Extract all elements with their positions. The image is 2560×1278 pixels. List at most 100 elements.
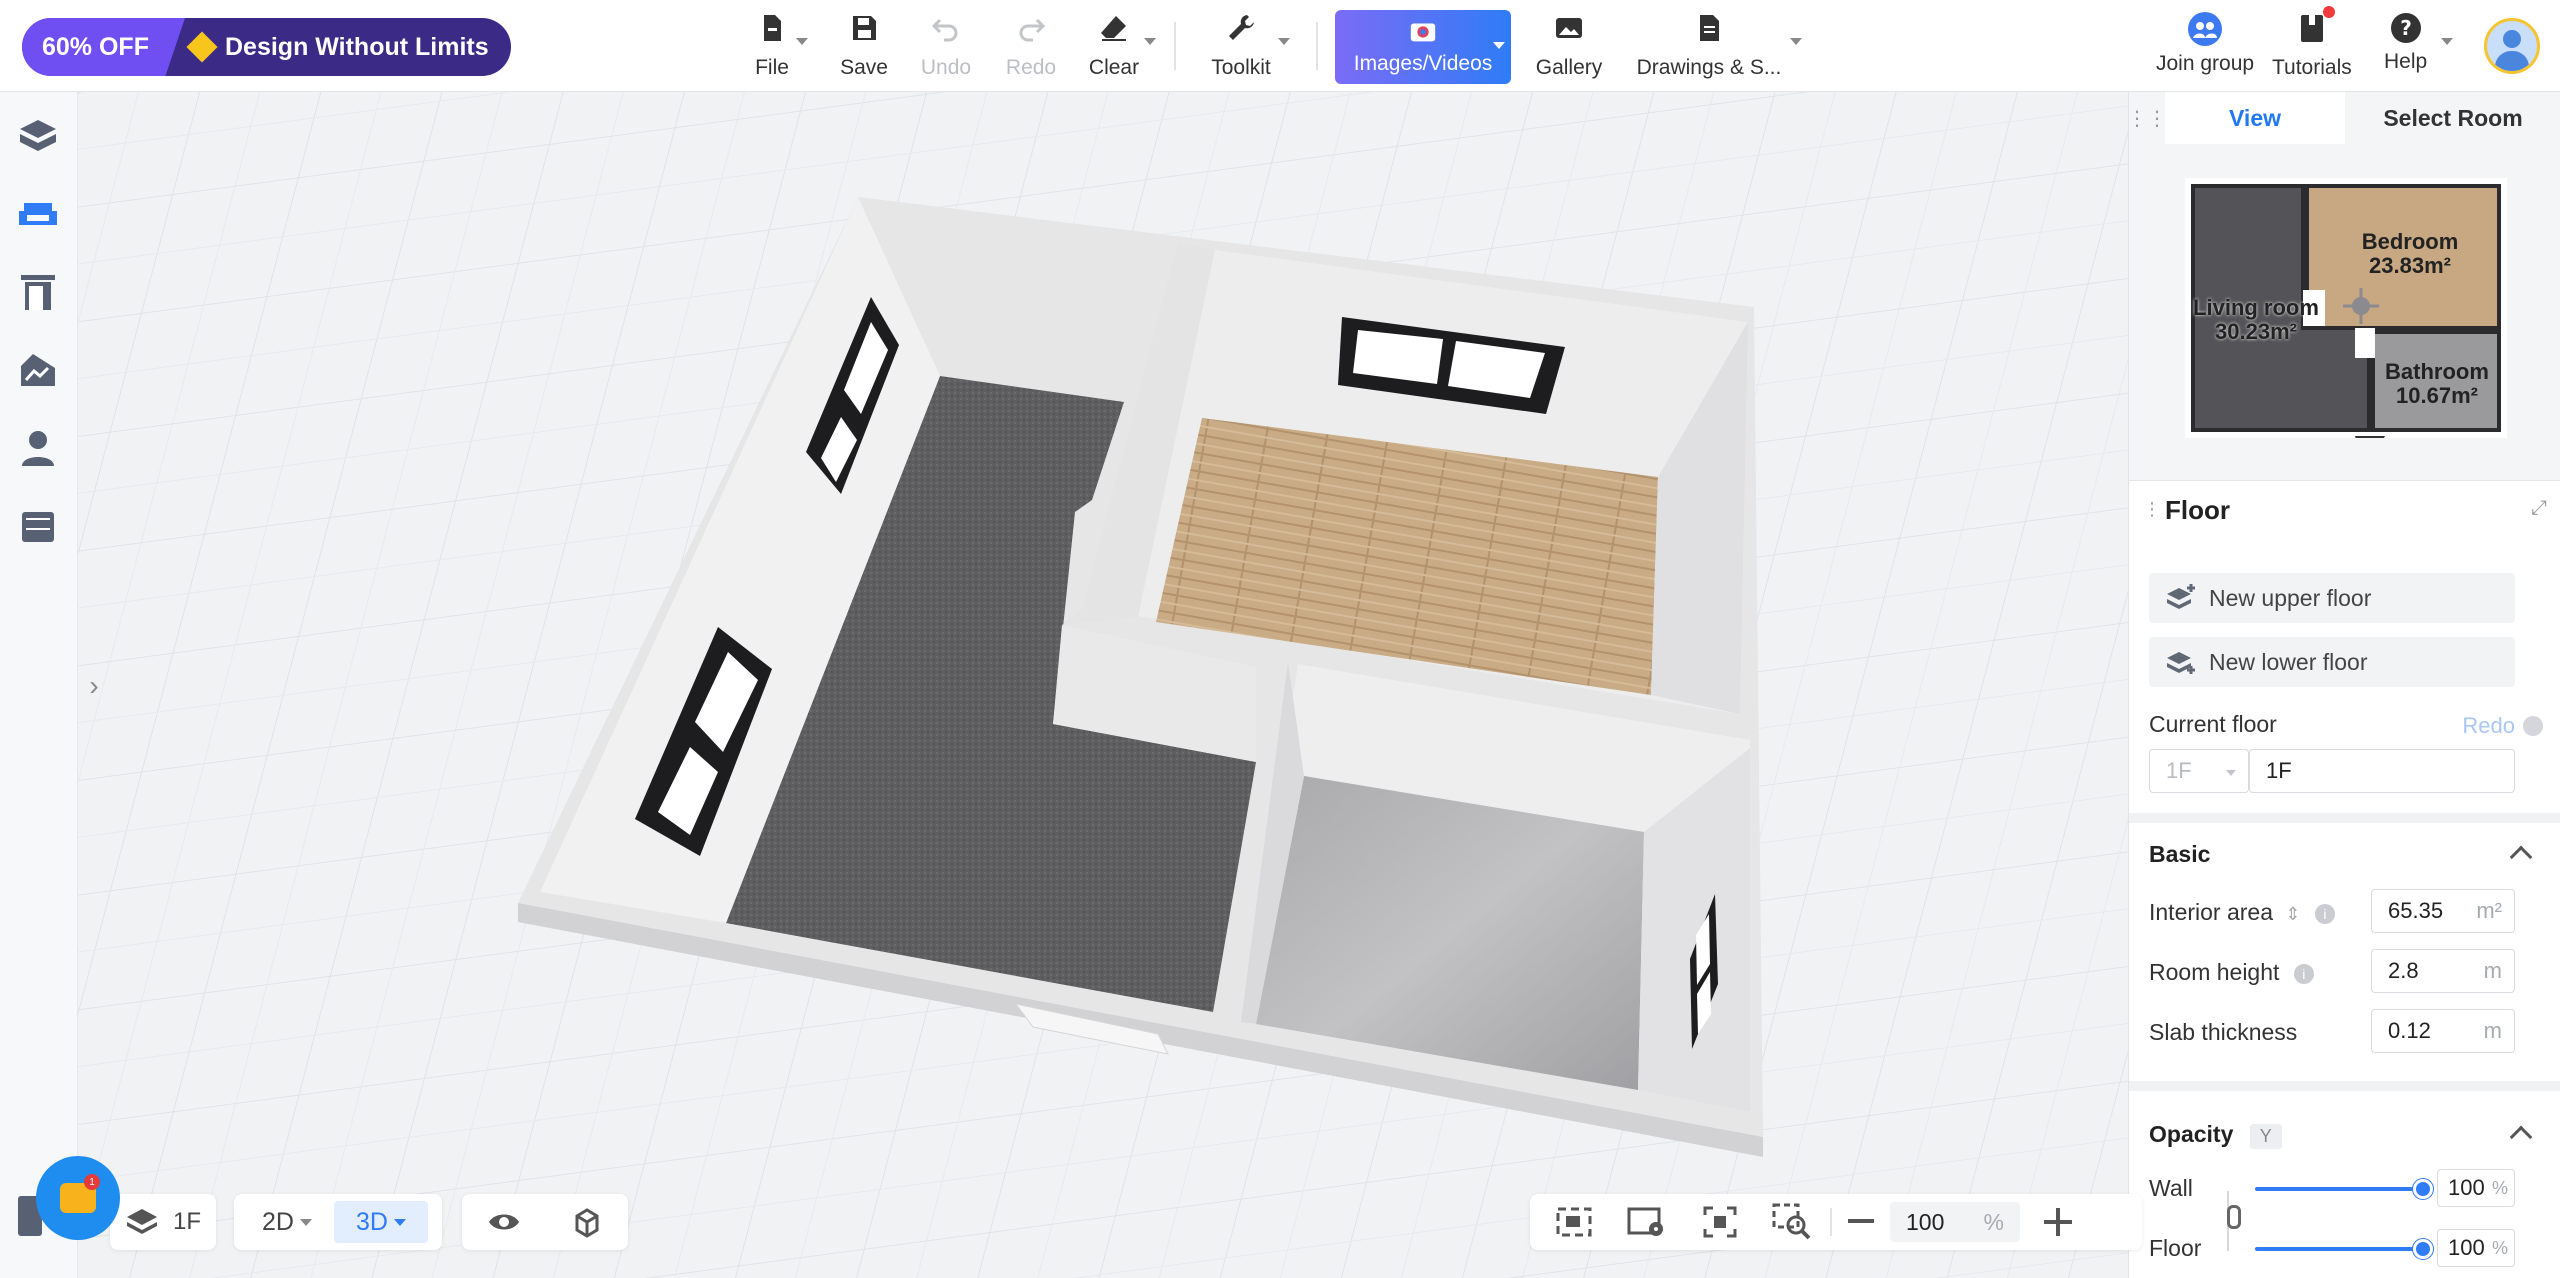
drawings-button[interactable]: Drawings & S... xyxy=(1636,12,1802,80)
chevron-down-icon[interactable] xyxy=(299,1218,312,1226)
room-height-text: Room height xyxy=(2149,959,2280,985)
new-lower-label: New lower floor xyxy=(2209,648,2368,675)
tab-view[interactable]: View xyxy=(2165,92,2345,144)
chevron-down-icon[interactable] xyxy=(1790,38,1802,45)
visibility-controls xyxy=(462,1194,628,1250)
save-button[interactable]: Save xyxy=(840,12,888,80)
zoom-out-icon[interactable] xyxy=(1848,1219,1874,1223)
interior-area-value: 65.35 xyxy=(2388,898,2444,923)
file-button[interactable]: File xyxy=(752,12,808,80)
wall-opacity-field[interactable]: 100 % xyxy=(2437,1169,2515,1207)
minimap-room-living: Living room 30.23m² xyxy=(2191,296,2321,344)
promo-banner[interactable]: 60% OFF Design Without Limits xyxy=(22,18,511,76)
new-lower-floor-button[interactable]: New lower floor xyxy=(2149,637,2515,687)
help-button[interactable]: ? Help xyxy=(2384,12,2454,74)
wrench-icon xyxy=(1229,15,1254,40)
join-group-button[interactable]: Join group xyxy=(2156,12,2254,76)
chevron-up-icon[interactable] xyxy=(2509,845,2533,869)
percent-unit: % xyxy=(2491,1237,2508,1258)
clear-button[interactable]: Clear xyxy=(1088,12,1156,80)
slab-thickness-value: 0.12 xyxy=(2388,1018,2431,1043)
floor-opacity-slider[interactable] xyxy=(2255,1239,2433,1259)
tab-select-room[interactable]: Select Room xyxy=(2345,92,2560,144)
help-label: Help xyxy=(2384,50,2428,73)
expand-icon[interactable]: ⤢ xyxy=(2531,497,2547,520)
chevron-down-icon[interactable] xyxy=(393,1218,406,1226)
slab-thickness-field[interactable]: 0.12 m xyxy=(2371,1009,2515,1053)
redo-link[interactable]: Redo xyxy=(2462,713,2543,739)
chat-support-button[interactable]: 1 xyxy=(36,1156,120,1240)
clear-label: Clear xyxy=(1088,56,1140,79)
drag-handle-icon[interactable]: ⋮⋮ xyxy=(2127,92,2167,144)
gallery-button[interactable]: Gallery xyxy=(1534,12,1604,80)
promo-discount: 60% OFF xyxy=(22,18,185,76)
cabinet-icon[interactable] xyxy=(16,504,60,548)
slider-knob[interactable] xyxy=(2413,1239,2433,1259)
zoom-in-icon[interactable] xyxy=(2044,1208,2072,1236)
info-icon[interactable]: i xyxy=(2293,963,2314,984)
floor-switcher[interactable]: 1F xyxy=(110,1194,216,1250)
user-avatar[interactable] xyxy=(2484,18,2540,74)
terrain-icon[interactable] xyxy=(16,348,60,392)
furniture-icon[interactable] xyxy=(16,192,60,236)
camera-settings-icon[interactable] xyxy=(1626,1205,1666,1239)
wall-opacity-slider[interactable] xyxy=(2255,1179,2433,1199)
door-window-icon[interactable] xyxy=(16,270,60,314)
floor-select-value: 1F xyxy=(2166,758,2192,783)
link-icon[interactable] xyxy=(2227,1205,2241,1229)
person-icon[interactable] xyxy=(16,426,60,470)
chevron-down-icon[interactable] xyxy=(1493,42,1505,49)
help-icon: ? xyxy=(2390,13,2421,43)
mode-2d-label: 2D xyxy=(262,1207,294,1236)
redo-icon xyxy=(1019,18,1046,42)
mode-3d-button[interactable]: 3D xyxy=(334,1201,428,1243)
zoom-unit: % xyxy=(1983,1208,2004,1235)
floor-name-input[interactable]: 1F xyxy=(2249,749,2515,793)
minimap-room-bedroom: Bedroom 23.83m² xyxy=(2355,230,2465,278)
floor-select[interactable]: 1F xyxy=(2149,749,2249,793)
toolkit-button[interactable]: Toolkit xyxy=(1208,12,1290,80)
zoom-field[interactable]: 100 % xyxy=(1890,1202,2020,1242)
app-root: 60% OFF Design Without Limits File Save … xyxy=(0,0,2560,1278)
chevron-down-icon[interactable] xyxy=(1278,38,1290,45)
images-videos-button[interactable]: Images/Videos xyxy=(1335,10,1511,84)
chevron-down-icon[interactable] xyxy=(796,38,808,45)
floor-opacity-field[interactable]: 100 % xyxy=(2437,1229,2515,1267)
expand-rail-chevron-icon[interactable]: › xyxy=(78,660,110,712)
view-tabs: ⋮⋮ View Select Room xyxy=(2127,92,2560,144)
chevron-up-icon[interactable] xyxy=(2509,1125,2533,1149)
chevron-down-icon[interactable] xyxy=(1144,38,1156,45)
fit-view-icon[interactable] xyxy=(1554,1205,1594,1239)
view-mode-switcher: 2D 3D xyxy=(234,1194,442,1250)
eye-icon[interactable] xyxy=(487,1210,521,1234)
room-height-field[interactable]: 2.8 m xyxy=(2371,949,2515,993)
room-height-unit: m xyxy=(2483,958,2502,983)
mode-2d-button[interactable]: 2D xyxy=(240,1201,334,1243)
divider xyxy=(2129,1081,2560,1091)
undo-button[interactable]: Undo xyxy=(920,12,972,80)
new-upper-floor-button[interactable]: New upper floor xyxy=(2149,573,2515,623)
camera-controls: 100 % xyxy=(1530,1194,2142,1250)
undo-label: Undo xyxy=(920,56,972,79)
redo-button[interactable]: Redo xyxy=(1006,12,1056,80)
focus-icon[interactable] xyxy=(1702,1205,1738,1239)
build-icon[interactable] xyxy=(16,114,60,158)
divider xyxy=(2129,813,2560,823)
slider-knob[interactable] xyxy=(2413,1179,2433,1199)
zoom-window-icon[interactable] xyxy=(1772,1203,1812,1241)
chevron-down-icon[interactable] xyxy=(2441,38,2454,45)
chat-badge: 1 xyxy=(84,1174,100,1190)
save-label: Save xyxy=(840,56,888,79)
3d-viewport[interactable] xyxy=(78,92,2128,1278)
cube-icon[interactable] xyxy=(571,1206,603,1238)
room-area: 10.67m² xyxy=(2396,383,2478,408)
floor-name-value: 1F xyxy=(2266,758,2292,783)
info-icon[interactable]: i xyxy=(2314,903,2335,924)
chevron-down-icon[interactable] xyxy=(2226,770,2236,776)
mode-3d-label: 3D xyxy=(356,1207,388,1236)
tutorials-button[interactable]: Tutorials xyxy=(2272,6,2352,80)
camera-icon xyxy=(1410,23,1436,42)
interior-area-field[interactable]: 65.35 m² xyxy=(2371,889,2515,933)
floor-plan-minimap[interactable]: Bedroom 23.83m² Living room 30.23m² Bath… xyxy=(2185,178,2507,448)
sort-icon[interactable]: ⇕ xyxy=(2285,904,2300,924)
